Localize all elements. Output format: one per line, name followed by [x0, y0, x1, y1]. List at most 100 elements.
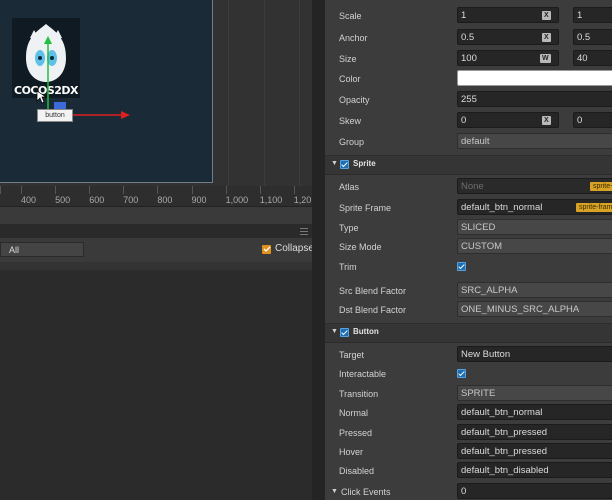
pressed-value: default_btn_pressed — [461, 427, 548, 438]
collapse-label: Collapse — [275, 243, 314, 254]
type-select[interactable]: SLICED — [457, 219, 612, 235]
anchor-x-tag: X — [542, 33, 551, 42]
skew-label: Skew — [339, 116, 362, 126]
target-value: New Button — [461, 349, 511, 360]
size-h-input[interactable]: 40 — [573, 50, 612, 66]
scale-y-value: 1 — [577, 10, 583, 21]
sprite-section-title: Sprite — [353, 159, 376, 168]
normal-value: default_btn_normal — [461, 407, 543, 418]
mouse-cursor-icon — [36, 90, 48, 104]
collapse-arrow-icon[interactable]: ▼ — [331, 488, 338, 495]
atlas-label: Atlas — [339, 182, 360, 192]
group-select[interactable]: default — [457, 133, 612, 149]
skew-x-tag: X — [542, 116, 551, 125]
transition-select[interactable]: SPRITE — [457, 385, 612, 401]
disabled-label: Disabled — [339, 466, 375, 476]
color-label: Color — [339, 74, 361, 84]
dst-blend-label: Dst Blend Factor — [339, 305, 407, 315]
ruler-tick-label: 500 — [55, 195, 71, 205]
skew-x-input[interactable]: 0 X — [457, 112, 559, 128]
ruler-tick-mark — [21, 186, 22, 194]
design-canvas[interactable]: COCOS2DX button — [0, 0, 213, 183]
ruler-tick-mark — [123, 186, 125, 194]
opacity-row: Opacity 255 — [325, 90, 612, 110]
color-swatch[interactable] — [457, 70, 612, 86]
properties-panel[interactable]: Scale 1 X 1 Anchor 0.5 X 0.5 Size 100 W … — [325, 0, 612, 500]
trim-row: Trim — [325, 257, 612, 277]
collapse-arrow-icon[interactable]: ▼ — [331, 328, 338, 335]
type-row: Type SLICED — [325, 218, 612, 238]
y-axis-arrow-icon — [44, 36, 52, 44]
pressed-input[interactable]: default_btn_pressed — [457, 424, 612, 440]
group-row: Group default — [325, 132, 612, 152]
interactable-checkbox[interactable] — [457, 369, 466, 378]
target-input[interactable]: New Button — [457, 346, 612, 362]
hover-input[interactable]: default_btn_pressed — [457, 443, 612, 459]
collapse-toggle[interactable]: Collapse — [262, 243, 314, 256]
button-enabled-checkbox[interactable] — [340, 328, 349, 337]
size-label: Size — [339, 54, 357, 64]
normal-input[interactable]: default_btn_normal — [457, 404, 612, 420]
atlas-asset-tag: sprite- — [590, 182, 612, 191]
hover-label: Hover — [339, 447, 364, 457]
size-w-input[interactable]: 100 W — [457, 50, 559, 66]
scale-x-value: 1 — [461, 10, 467, 21]
click-events-input[interactable]: 0 — [457, 483, 612, 499]
disabled-value: default_btn_disabled — [461, 465, 549, 476]
filter-select[interactable]: All — [0, 242, 84, 257]
ruler-tick-label: 1,000 — [225, 195, 249, 205]
atlas-input[interactable]: None sprite- — [457, 178, 612, 194]
scene-view[interactable]: COCOS2DX button 400 500 600 700 800 900 1,000 1… — [0, 0, 312, 206]
dst-blend-select[interactable]: ONE_MINUS_SRC_ALPHA — [457, 301, 612, 317]
scale-x-input[interactable]: 1 X — [457, 7, 559, 23]
trim-checkbox[interactable] — [457, 262, 466, 271]
drag-handle-icon[interactable] — [300, 228, 308, 235]
ruler-tick-label: 1,20 — [293, 195, 312, 205]
ruler-tick-mark — [157, 186, 159, 194]
ruler-tick-label: 700 — [123, 195, 139, 205]
grid-line — [264, 0, 265, 186]
scale-y-input[interactable]: 1 — [573, 7, 612, 23]
disabled-input[interactable]: default_btn_disabled — [457, 462, 612, 478]
sprite-frame-input[interactable]: default_btn_normal sprite-fram — [457, 199, 612, 215]
src-blend-row: Src Blend Factor SRC_ALPHA — [325, 281, 612, 301]
selected-node-label[interactable]: button — [37, 109, 73, 122]
transition-value: SPRITE — [461, 388, 496, 399]
src-blend-select[interactable]: SRC_ALPHA — [457, 282, 612, 298]
anchor-row: Anchor 0.5 X 0.5 — [325, 28, 612, 48]
anchor-label: Anchor — [339, 33, 368, 43]
anchor-x-input[interactable]: 0.5 X — [457, 29, 559, 45]
opacity-input[interactable]: 255 — [457, 91, 612, 107]
sprite-enabled-checkbox[interactable] — [340, 160, 349, 169]
ruler-tick-mark — [225, 186, 227, 194]
src-blend-label: Src Blend Factor — [339, 286, 407, 296]
anchor-y-value: 0.5 — [577, 32, 591, 43]
collapse-arrow-icon[interactable]: ▼ — [331, 160, 338, 167]
type-label: Type — [339, 223, 359, 233]
type-value: SLICED — [461, 222, 496, 233]
size-mode-select[interactable]: CUSTOM — [457, 238, 612, 254]
click-events-value: 0 — [461, 486, 467, 497]
size-w-value: 100 — [461, 53, 477, 64]
color-row: Color — [325, 69, 612, 89]
ruler-tick-mark — [191, 186, 193, 194]
trim-label: Trim — [339, 262, 357, 272]
anchor-y-input[interactable]: 0.5 — [573, 29, 612, 45]
src-blend-value: SRC_ALPHA — [461, 285, 518, 296]
ruler-tick-label: 600 — [89, 195, 105, 205]
panel-splitter[interactable] — [312, 0, 325, 500]
hierarchy-subheader — [0, 262, 312, 270]
button-section-header[interactable]: ▼ Button — [325, 323, 612, 343]
group-label: Group — [339, 137, 365, 147]
skew-y-value: 0 — [577, 115, 583, 126]
hierarchy-panel[interactable] — [0, 262, 312, 500]
target-row: Target New Button — [325, 345, 612, 365]
ruler-tick-mark — [55, 186, 57, 194]
sprite-section-header[interactable]: ▼ Sprite — [325, 155, 612, 175]
sprite-frame-label: Sprite Frame — [339, 203, 392, 213]
size-mode-label: Size Mode — [339, 242, 382, 252]
skew-y-input[interactable]: 0 — [573, 112, 612, 128]
scene-footer-bar — [0, 206, 312, 225]
disabled-row: Disabled default_btn_disabled — [325, 461, 612, 481]
transition-row: Transition SPRITE — [325, 384, 612, 404]
